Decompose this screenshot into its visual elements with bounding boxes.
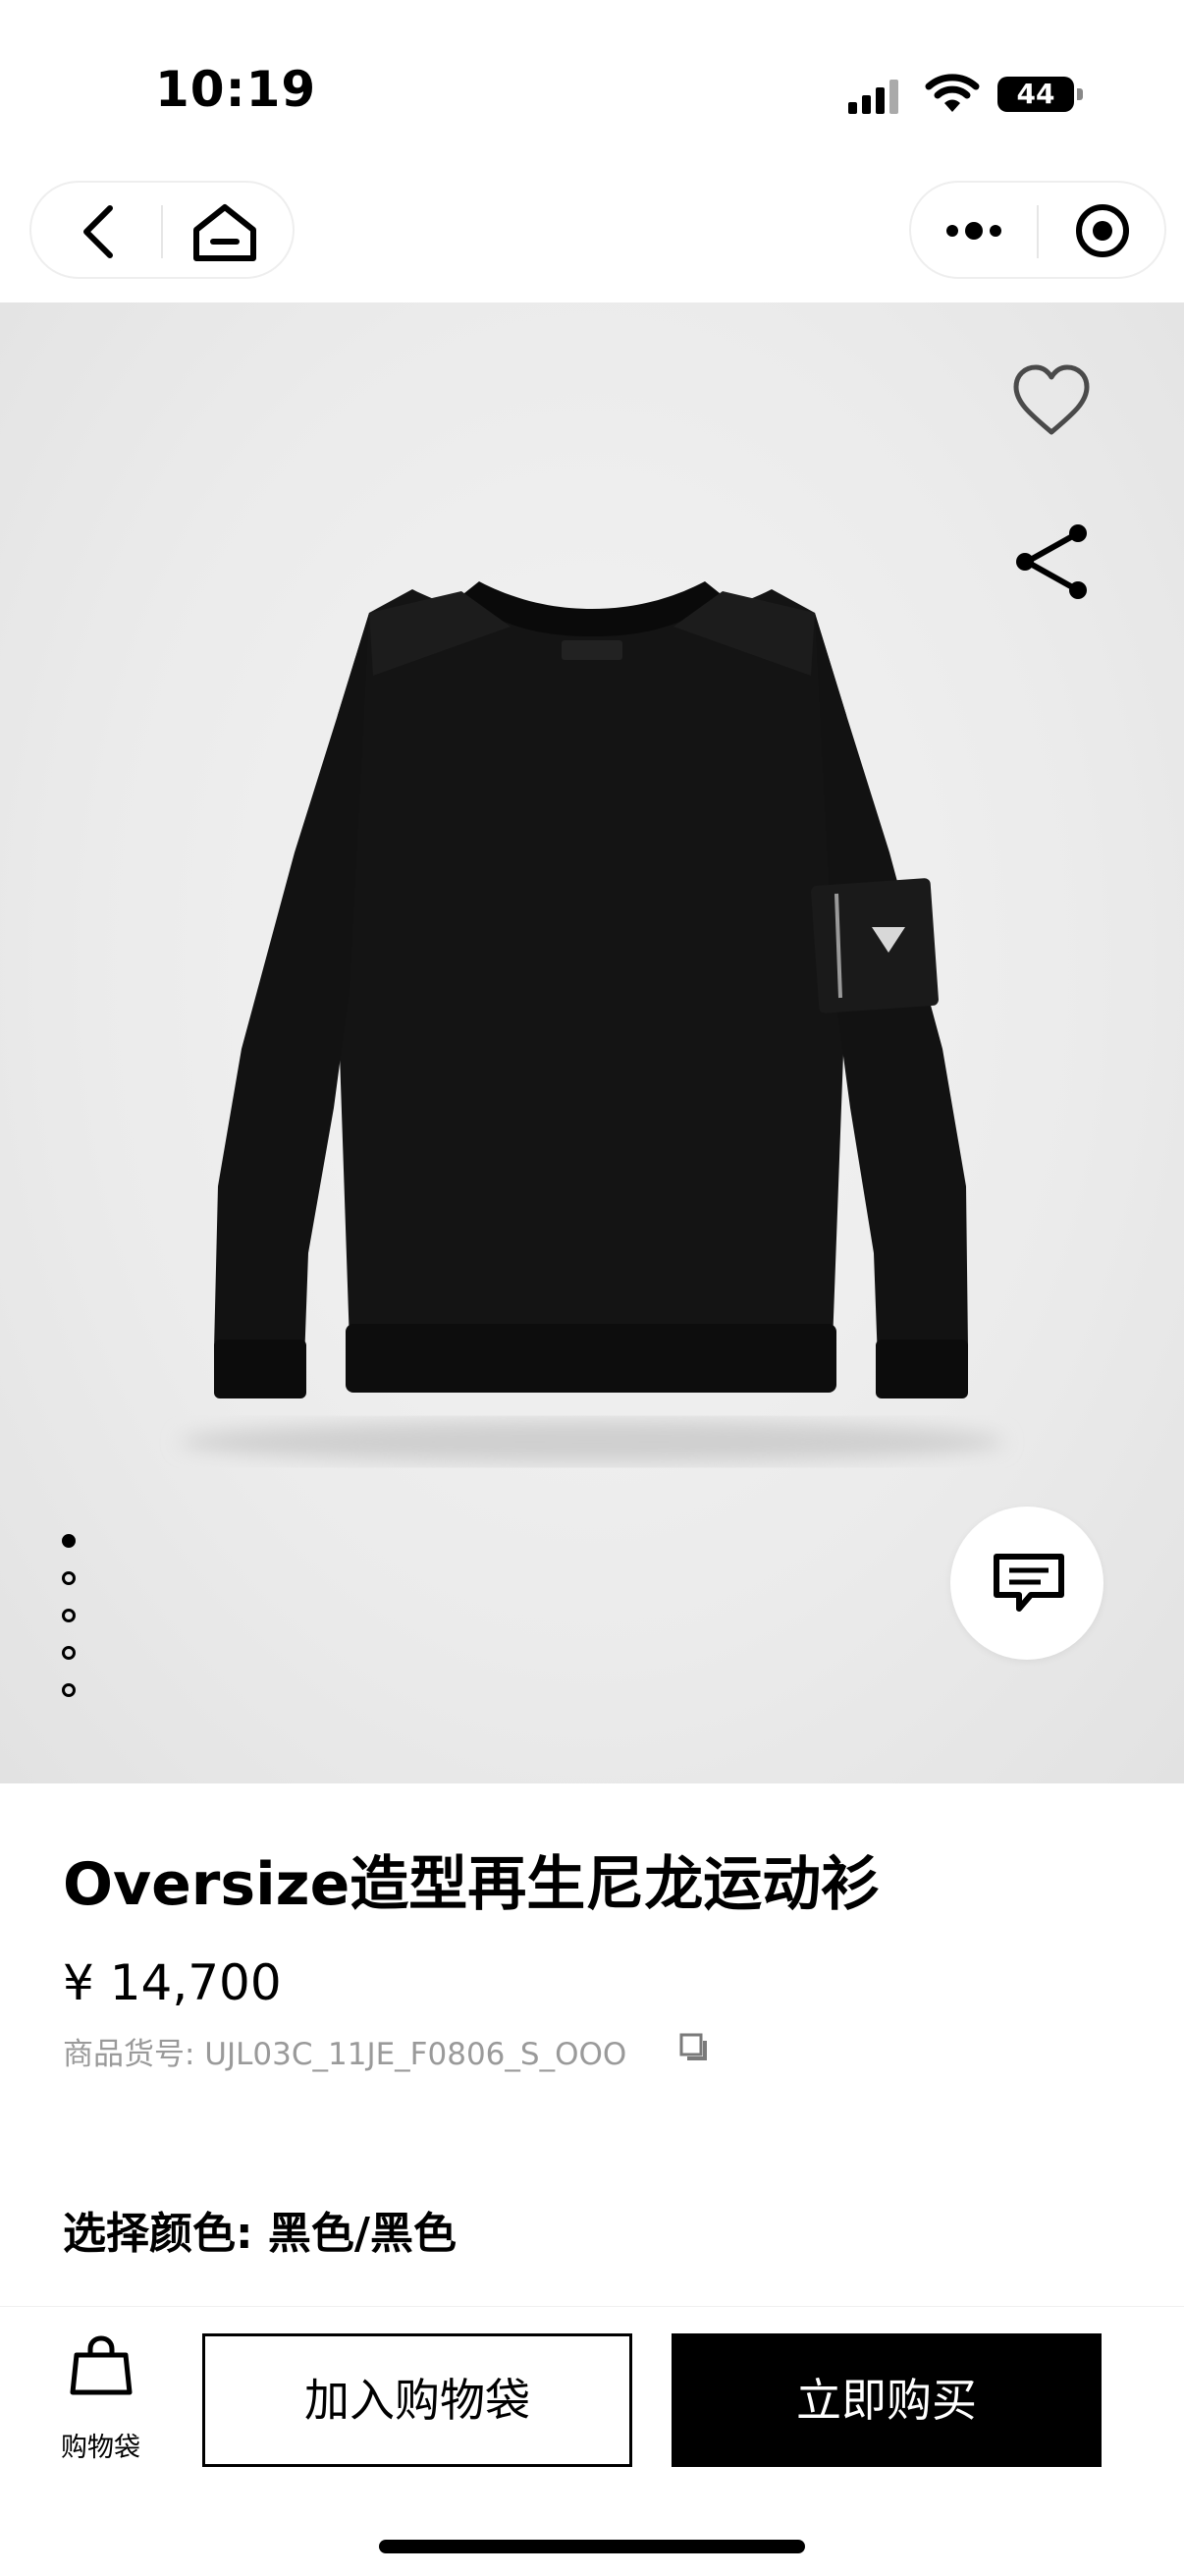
nav-divider	[161, 205, 163, 258]
heart-icon[interactable]	[1011, 363, 1092, 438]
sku-label: 商品货号: UJL03C_11JE_F0806_S_OOO	[63, 2037, 627, 2072]
carousel-dot[interactable]	[62, 1609, 76, 1622]
signal-icon	[848, 80, 898, 114]
shopping-bag-icon[interactable]	[69, 2333, 134, 2398]
carousel-dot-active[interactable]	[62, 1534, 76, 1548]
more-dots-icon[interactable]	[944, 216, 1003, 246]
product-title: Oversize造型再生尼龙运动衫	[63, 1850, 881, 1919]
nav-divider	[1037, 205, 1039, 258]
home-indicator[interactable]	[379, 2540, 805, 2553]
copy-icon[interactable]	[677, 2031, 711, 2064]
buy-now-button[interactable]: 立即购买	[672, 2333, 1102, 2467]
share-icon[interactable]	[1011, 521, 1094, 603]
battery-indicator: 44	[997, 77, 1074, 112]
home-icon[interactable]	[190, 202, 259, 263]
chat-button[interactable]	[950, 1507, 1103, 1660]
nav-left-capsule	[29, 181, 295, 279]
status-time: 10:19	[155, 61, 317, 118]
carousel-dot[interactable]	[62, 1683, 76, 1697]
bag-label[interactable]: 购物袋	[61, 2426, 140, 2464]
chevron-left-icon[interactable]	[79, 204, 118, 259]
carousel-dot[interactable]	[62, 1646, 76, 1660]
color-label: 选择颜色: 黑色/黑色	[63, 2209, 457, 2259]
chat-icon	[994, 1554, 1064, 1612]
nav-right-capsule	[909, 181, 1166, 279]
target-close-icon[interactable]	[1074, 202, 1131, 259]
product-price: ¥ 14,700	[63, 1954, 282, 2011]
wifi-icon	[925, 74, 980, 112]
add-to-bag-button[interactable]: 加入购物袋	[202, 2333, 632, 2467]
carousel-dot[interactable]	[62, 1571, 76, 1585]
battery-cap	[1077, 88, 1083, 100]
